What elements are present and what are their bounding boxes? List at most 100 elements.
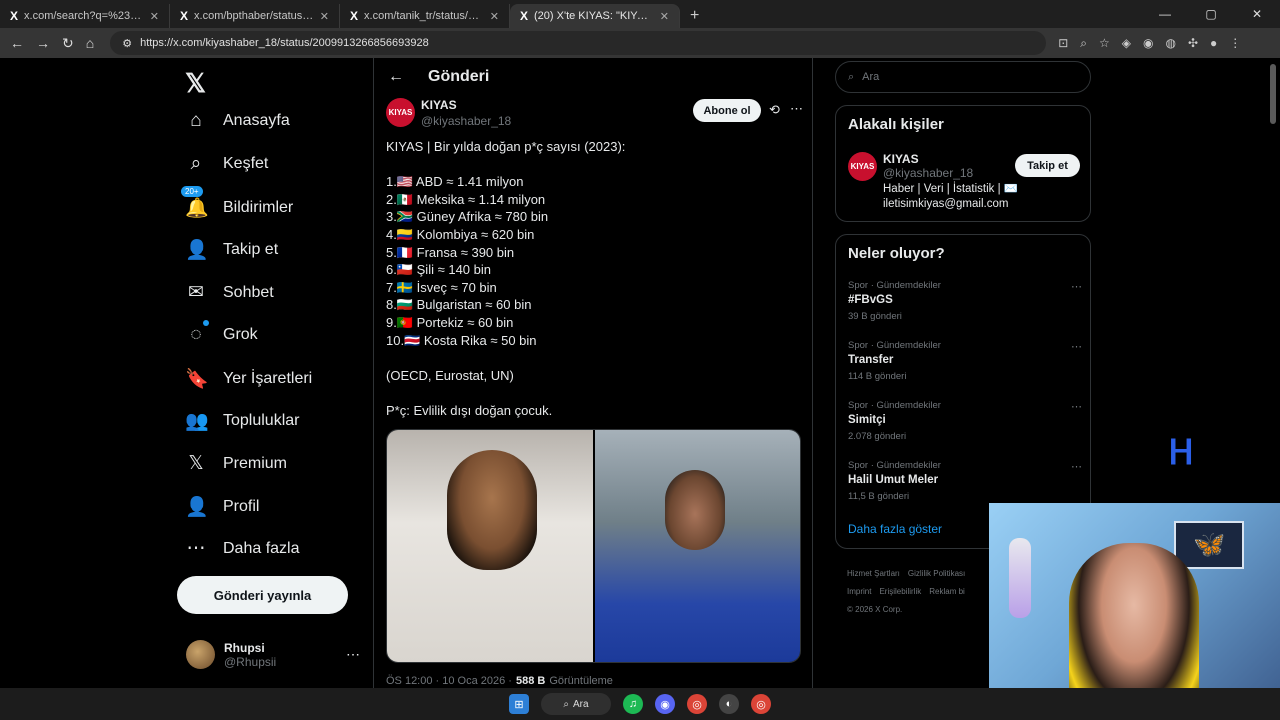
nav-home[interactable]: ⌂ Anasayfa: [185, 110, 289, 132]
related-avatar[interactable]: KIYAS: [848, 152, 877, 181]
taskbar-search-label: Ara: [573, 698, 589, 710]
x-logo-icon[interactable]: 𝕏: [185, 68, 206, 99]
trend-category: Spor · Gündemdekiler: [848, 400, 941, 411]
x-favicon-icon: X: [520, 9, 529, 23]
browser-tab-active[interactable]: X (20) X'te KIYAS: "KIYAS | Bir yılda ✕: [510, 4, 680, 28]
author-handle[interactable]: @kiyashaber_18: [421, 114, 511, 128]
nav-premium[interactable]: 𝕏 Premium: [185, 452, 287, 475]
search-input[interactable]: ⌕ Ara: [835, 61, 1091, 93]
author-name[interactable]: KIYAS: [421, 98, 511, 112]
chrome-icon[interactable]: ◎: [687, 694, 707, 714]
x-favicon-icon: X: [350, 9, 359, 23]
browser-tab-1[interactable]: Xx.com/search?q=%23FBvGS&src ✕: [0, 4, 170, 28]
more-icon[interactable]: ⋯: [346, 646, 360, 663]
related-name[interactable]: KIYAS: [883, 152, 1023, 166]
trend-title: Transfer: [848, 354, 894, 366]
trends-title: Neler oluyor?: [848, 245, 945, 262]
close-tab-icon[interactable]: ✕: [150, 10, 159, 23]
close-window-icon[interactable]: ✕: [1234, 0, 1280, 28]
nav-notifications[interactable]: 🔔 20+ Bildirimler: [181, 186, 294, 220]
post-image-left[interactable]: [387, 430, 593, 662]
footer-link[interactable]: Erişilebilirlik: [879, 587, 921, 596]
extensions-area: ⊡ ⌕ ☆ ◈ ◉ ◍ ✣ ● ⋮: [1058, 36, 1241, 51]
minimize-icon[interactable]: —: [1142, 0, 1188, 28]
post-author[interactable]: KIYAS KIYAS @kiyashaber_18: [386, 98, 511, 128]
discord-icon[interactable]: ◉: [655, 694, 675, 714]
grok-explain-icon[interactable]: ⟲: [769, 102, 780, 118]
post-media[interactable]: [386, 429, 801, 663]
related-title: Alakalı kişiler: [848, 116, 944, 133]
nav-label: Daha fazla: [223, 539, 300, 557]
trend-more-icon[interactable]: ⋯: [1071, 460, 1082, 473]
maximize-icon[interactable]: ▢: [1188, 0, 1234, 28]
nav-chat[interactable]: ✉ Sohbet: [185, 281, 274, 304]
nav-explore[interactable]: ⌕ Keşfet: [185, 153, 269, 175]
trend-item[interactable]: Spor · Gündemdekiler #FBvGS 39 B gönderi…: [848, 280, 1082, 322]
author-avatar[interactable]: KIYAS: [386, 98, 415, 127]
nav-communities[interactable]: 👥 Topluluklar: [185, 409, 299, 433]
footer-link[interactable]: Reklam bi: [929, 587, 965, 596]
nav-label: Bildirimler: [223, 199, 294, 216]
shield-extension-icon[interactable]: ◈: [1122, 36, 1131, 51]
back-arrow-icon[interactable]: ←: [388, 68, 404, 86]
bookmark-star-icon[interactable]: ☆: [1099, 36, 1110, 51]
menu-icon[interactable]: ⋮: [1229, 36, 1241, 51]
new-tab-button[interactable]: +: [680, 7, 709, 28]
scrollbar[interactable]: [1270, 64, 1276, 124]
taskbar-search[interactable]: ⌕ Ara: [541, 693, 611, 715]
close-tab-icon[interactable]: ✕: [660, 10, 669, 23]
view-label: Görüntüleme: [549, 675, 613, 687]
chrome-active-icon[interactable]: ◎: [751, 694, 771, 714]
footer-link[interactable]: Gizlilik Politikası: [908, 569, 965, 578]
browser-tab-2[interactable]: Xx.com/bpthaber/status/200992 ✕: [170, 4, 340, 28]
post-button[interactable]: Gönderi yayınla: [177, 576, 348, 614]
nav-more[interactable]: ⋯ Daha fazla: [185, 537, 300, 560]
close-tab-icon[interactable]: ✕: [490, 10, 499, 23]
close-tab-icon[interactable]: ✕: [320, 10, 329, 23]
browser-tab-3[interactable]: Xx.com/tanik_tr/status/20097201 ✕: [340, 4, 510, 28]
post-more-icon[interactable]: ⋯: [790, 101, 803, 117]
trend-more-icon[interactable]: ⋯: [1071, 280, 1082, 293]
trend-more-icon[interactable]: ⋯: [1071, 400, 1082, 413]
trend-item[interactable]: Spor · Gündemdekiler Transfer 114 B gönd…: [848, 340, 1082, 382]
related-person[interactable]: KIYAS KIYAS @kiyashaber_18 Haber | Veri …: [848, 152, 1023, 212]
post-image-right[interactable]: [594, 430, 800, 662]
home-icon[interactable]: ⌂: [86, 35, 94, 51]
account-switcher[interactable]: Rhupsi @Rhupsii ⋯: [186, 640, 360, 669]
back-icon[interactable]: ←: [10, 35, 24, 51]
site-info-icon[interactable]: ⚙: [122, 37, 132, 50]
install-icon[interactable]: ⊡: [1058, 36, 1068, 51]
bell-icon: 🔔 20+: [181, 186, 209, 220]
trend-more-icon[interactable]: ⋯: [1071, 340, 1082, 353]
trend-posts: 114 B gönderi: [848, 371, 907, 382]
related-handle[interactable]: @kiyashaber_18: [883, 166, 1023, 180]
subscribe-button[interactable]: Abone ol: [693, 99, 761, 122]
nav-grok[interactable]: ◌ Grok: [185, 320, 258, 346]
follow-button[interactable]: Takip et: [1015, 154, 1080, 177]
forward-icon[interactable]: →: [36, 35, 50, 51]
post-timestamp[interactable]: ÖS 12:00 · 10 Oca 2026 ·: [386, 675, 512, 687]
extension-icon[interactable]: ◍: [1165, 36, 1175, 51]
tab-title: x.com/bpthaber/status/200992: [194, 10, 314, 22]
show-more-link[interactable]: Daha fazla göster: [848, 522, 942, 536]
url-field[interactable]: ⚙ https://x.com/kiyashaber_18/status/2009…: [110, 31, 1047, 55]
nav-follow[interactable]: 👤 Takip et: [185, 238, 278, 262]
trend-item[interactable]: Spor · Gündemdekiler Halil Umut Meler 11…: [848, 460, 1082, 502]
footer-link[interactable]: Hizmet Şartları: [847, 569, 900, 578]
windows-start-icon[interactable]: ⊞: [509, 694, 529, 714]
audio-extension-icon[interactable]: ◉: [1143, 36, 1153, 51]
spotify-icon[interactable]: ♫: [623, 694, 643, 714]
window-controls: — ▢ ✕: [1142, 0, 1280, 28]
reload-icon[interactable]: ↻: [62, 35, 74, 52]
footer-link[interactable]: Imprint: [847, 587, 871, 596]
trends-card: Neler oluyor? Spor · Gündemdekiler #FBvG…: [835, 234, 1091, 549]
obs-icon[interactable]: ◐: [719, 694, 739, 714]
address-bar-row: ← → ↻ ⌂ ⚙ https://x.com/kiyashaber_18/sta…: [0, 28, 1280, 58]
profile-icon[interactable]: ●: [1210, 36, 1217, 51]
bookmark-icon: 🔖: [185, 369, 209, 390]
puzzle-icon[interactable]: ✣: [1188, 36, 1198, 51]
zoom-icon[interactable]: ⌕: [1080, 36, 1087, 51]
nav-profile[interactable]: 👤 Profil: [185, 495, 259, 519]
trend-item[interactable]: Spor · Gündemdekiler Simitçi 2.078 gönde…: [848, 400, 1082, 442]
nav-bookmarks[interactable]: 🔖 Yer İşaretleri: [185, 367, 312, 391]
